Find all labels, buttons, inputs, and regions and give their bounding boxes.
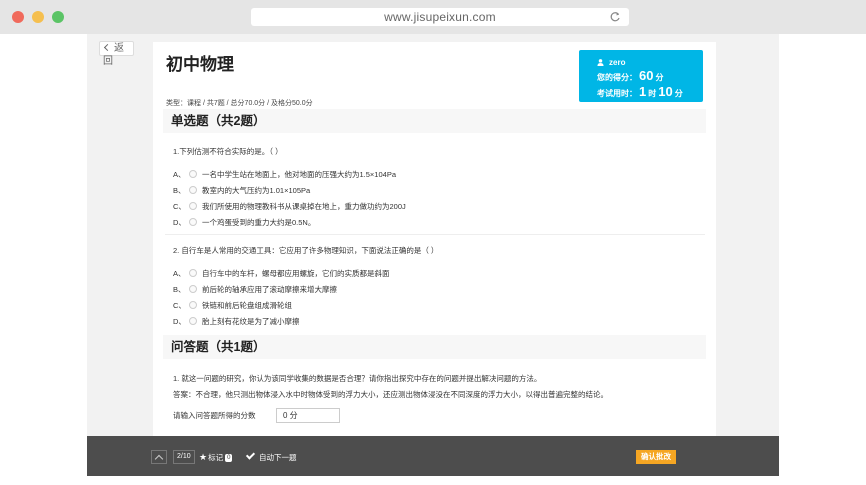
option-text: 前后轮的轴承应用了滚动摩擦来增大摩擦 xyxy=(202,285,337,294)
chevron-up-icon xyxy=(154,454,164,464)
score-label: 您的得分： xyxy=(597,73,637,82)
radio-button[interactable] xyxy=(189,186,197,194)
option-item[interactable]: A、 一名中学生站在地面上，他对地面的压强大约为1.5×104Pa xyxy=(173,169,396,179)
radio-button[interactable] xyxy=(189,285,197,293)
option-text: 自行车中的车杆，螺母都应用螺旋，它们的实质都是斜面 xyxy=(202,269,390,278)
score-summary-box: zero 您的得分： 60 分 考试用时： 1 时 10 分 xyxy=(579,50,703,102)
page-margin-right xyxy=(779,34,866,485)
time-hours: 1 xyxy=(639,84,647,99)
question-progress: 2/10 xyxy=(173,450,195,464)
radio-button[interactable] xyxy=(189,218,197,226)
confirm-grading-button[interactable]: 确认批改 xyxy=(636,450,676,464)
answer-text: 答案：不合理，他只测出物体浸入水中时物体受到的浮力大小，还应测出物体浸没在不同深… xyxy=(173,390,608,399)
address-bar[interactable]: www.jisupeixun.com xyxy=(251,8,629,26)
question-divider xyxy=(165,234,705,235)
time-label: 考试用时： xyxy=(597,89,637,98)
option-item[interactable]: A、 自行车中的车杆，螺母都应用螺旋，它们的实质都是斜面 xyxy=(173,268,390,278)
maximize-window-icon[interactable] xyxy=(52,11,64,23)
option-letter: B、 xyxy=(173,186,186,195)
bottom-toolbar: 2/10 ★标记 0 自动下一题 确认批改 xyxy=(87,436,779,476)
section-title-qa: 问答题（共1题） xyxy=(163,335,706,359)
auto-next-toggle[interactable]: 自动下一题 xyxy=(245,450,297,463)
exam-review-page: 返回 初中物理 类型：课程 / 共7题 / 总分70.0分 / 及格分50.0分… xyxy=(87,34,779,476)
radio-button[interactable] xyxy=(189,317,197,325)
option-letter: D、 xyxy=(173,317,186,326)
mark-label: 标记 xyxy=(208,453,224,462)
chevron-left-icon xyxy=(103,43,112,52)
radio-button[interactable] xyxy=(189,301,197,309)
option-letter: A、 xyxy=(173,269,186,278)
mark-button[interactable]: ★标记 0 xyxy=(199,452,233,463)
option-item[interactable]: D、 胎上刻有花纹是为了减小摩擦 xyxy=(173,316,300,326)
option-text: 铁链和前后轮盘组成滑轮组 xyxy=(202,301,292,310)
radio-button[interactable] xyxy=(189,202,197,210)
exam-card: 初中物理 类型：课程 / 共7题 / 总分70.0分 / 及格分50.0分 ze… xyxy=(153,42,716,472)
exam-meta: 类型：课程 / 共7题 / 总分70.0分 / 及格分50.0分 xyxy=(166,100,313,107)
page-title: 初中物理 xyxy=(166,55,234,74)
option-text: 一名中学生站在地面上，他对地面的压强大约为1.5×104Pa xyxy=(202,170,396,179)
auto-next-label: 自动下一题 xyxy=(259,453,297,462)
option-text: 一个鸡蛋受到的重力大约是0.5N。 xyxy=(202,218,316,227)
option-letter: A、 xyxy=(173,170,186,179)
close-window-icon[interactable] xyxy=(12,11,24,23)
browser-chrome: www.jisupeixun.com xyxy=(0,0,866,34)
option-letter: C、 xyxy=(173,202,186,211)
radio-button[interactable] xyxy=(189,269,197,277)
option-text: 我们所使用的物理教科书从课桌掉在地上，重力做功约为200J xyxy=(202,202,406,211)
mark-count-badge: 0 xyxy=(225,454,233,462)
option-item[interactable]: C、 铁链和前后轮盘组成滑轮组 xyxy=(173,300,292,310)
option-letter: C、 xyxy=(173,301,186,310)
option-item[interactable]: C、 我们所使用的物理教科书从课桌掉在地上，重力做功约为200J xyxy=(173,201,406,211)
score-unit: 分 xyxy=(655,73,664,82)
url-text: www.jisupeixun.com xyxy=(384,10,496,24)
time-minutes-unit: 分 xyxy=(674,89,683,98)
option-item[interactable]: B、 教室内的大气压约为1.01×105Pa xyxy=(173,185,310,195)
radio-button[interactable] xyxy=(189,170,197,178)
question-text: 1. 就这一问题的研究，你认为该同学收集的数据是否合理？请你指出探究中存在的问题… xyxy=(173,374,542,383)
reload-icon[interactable] xyxy=(609,11,621,23)
page-margin-bottom xyxy=(0,476,866,485)
time-minutes: 10 xyxy=(658,84,673,99)
star-icon: ★ xyxy=(199,452,208,462)
previous-question-button[interactable] xyxy=(151,450,167,464)
option-item[interactable]: B、 前后轮的轴承应用了滚动摩擦来增大摩擦 xyxy=(173,284,337,294)
user-icon xyxy=(597,59,604,66)
score-input[interactable]: 0 分 xyxy=(276,408,340,423)
option-text: 胎上刻有花纹是为了减小摩擦 xyxy=(202,317,300,326)
username: zero xyxy=(609,58,626,67)
page-margin-left xyxy=(0,34,87,485)
option-item[interactable]: D、 一个鸡蛋受到的重力大约是0.5N。 xyxy=(173,217,315,227)
back-button[interactable]: 返回 xyxy=(99,41,134,67)
time-hours-unit: 时 xyxy=(648,89,657,98)
minimize-window-icon[interactable] xyxy=(32,11,44,23)
question-text: 2. 自行车是人常用的交通工具：它应用了许多物理知识，下面说法正确的是（ ） xyxy=(173,246,439,255)
option-text: 教室内的大气压约为1.01×105Pa xyxy=(202,186,311,195)
time-row: 考试用时： 1 时 10 分 xyxy=(597,84,683,99)
score-input-label: 请输入问答题所得的分数 xyxy=(173,411,256,420)
section-title-single-choice: 单选题（共2题） xyxy=(163,109,706,133)
option-letter: B、 xyxy=(173,285,186,294)
option-letter: D、 xyxy=(173,218,186,227)
check-icon xyxy=(245,450,256,460)
score-row: 您的得分： 60 分 xyxy=(597,68,663,83)
question-text: 1.下列估测不符合实际的是。（ ） xyxy=(173,147,283,156)
score-value: 60 xyxy=(639,68,654,83)
